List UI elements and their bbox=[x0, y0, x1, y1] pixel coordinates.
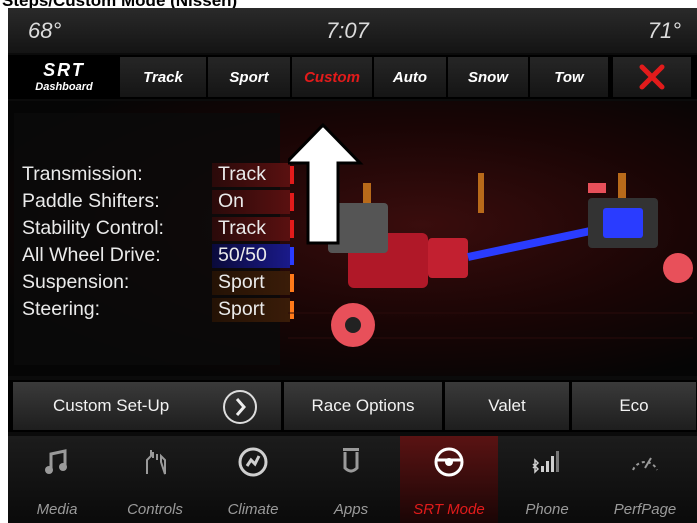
tab-custom[interactable]: Custom bbox=[292, 57, 373, 97]
clock: 7:07 bbox=[326, 18, 369, 43]
srt-logo: SRT bbox=[43, 60, 85, 80]
mode-tabs: SRT Dashboard Track Sport Custom Auto Sn… bbox=[8, 55, 697, 99]
nav-climate[interactable]: Climate bbox=[204, 436, 302, 523]
dashboard-label: Dashboard bbox=[35, 81, 93, 93]
nav-label: Media bbox=[36, 501, 78, 518]
nav-label: Controls bbox=[127, 501, 183, 518]
setting-value: 50/50 bbox=[212, 244, 294, 268]
setting-value: Sport bbox=[212, 298, 294, 322]
driver-temp[interactable]: 68° bbox=[28, 18, 61, 44]
eco-button[interactable]: Eco bbox=[572, 382, 696, 430]
nav-label: PerfPage bbox=[613, 501, 677, 518]
setting-value: Sport bbox=[212, 271, 294, 295]
nav-label: SRT Mode bbox=[413, 501, 485, 518]
bottom-nav: Media Controls Climate Apps SRT Mode Pho… bbox=[8, 436, 697, 523]
close-button[interactable] bbox=[613, 57, 691, 97]
setting-value: On bbox=[212, 190, 294, 214]
setting-label: All Wheel Drive: bbox=[22, 244, 161, 266]
steering-wheel-icon bbox=[434, 447, 464, 477]
setting-label: Suspension: bbox=[22, 271, 130, 293]
setting-row: Transmission: Track bbox=[22, 163, 294, 189]
setting-label: Stability Control: bbox=[22, 217, 164, 239]
passenger-temp[interactable]: 71° bbox=[648, 18, 681, 44]
setting-label: Steering: bbox=[22, 298, 101, 320]
music-note-icon bbox=[45, 449, 67, 474]
custom-setup-label: Custom Set-Up bbox=[53, 396, 170, 415]
tab-track[interactable]: Track bbox=[120, 57, 207, 97]
setting-label: Paddle Shifters: bbox=[22, 190, 160, 212]
tab-snow[interactable]: Snow bbox=[448, 57, 529, 97]
setting-row: Stability Control: Track bbox=[22, 217, 294, 243]
setting-value: Track bbox=[212, 217, 294, 241]
head-unit-screen: 68° 7:07 71° SRT Dashboard Track Sport C… bbox=[8, 8, 697, 523]
valet-button[interactable]: Valet bbox=[445, 382, 569, 430]
close-icon bbox=[639, 64, 665, 90]
nav-phone[interactable]: Phone bbox=[498, 436, 596, 523]
nav-label: Apps bbox=[333, 501, 369, 518]
gauge-icon bbox=[632, 457, 658, 471]
custom-setup-button[interactable]: Custom Set-Up bbox=[13, 382, 281, 430]
nav-label: Phone bbox=[525, 501, 569, 518]
setting-row: All Wheel Drive: 50/50 bbox=[22, 244, 294, 270]
srt-dashboard-tab[interactable]: SRT Dashboard bbox=[14, 57, 114, 97]
nav-perfpage[interactable]: PerfPage bbox=[596, 436, 694, 523]
nav-apps[interactable]: Apps bbox=[302, 436, 400, 523]
signal-bars-icon bbox=[532, 451, 559, 474]
chevron-right-icon[interactable] bbox=[223, 390, 257, 424]
apps-icon bbox=[343, 448, 359, 473]
nav-controls[interactable]: Controls bbox=[106, 436, 204, 523]
status-bar: 68° 7:07 71° bbox=[8, 8, 697, 53]
setting-row: Suspension: Sport bbox=[22, 271, 294, 297]
setting-value: Track bbox=[212, 163, 294, 187]
nav-srt-mode[interactable]: SRT Mode bbox=[400, 436, 498, 523]
drivetrain-illustration bbox=[288, 122, 693, 347]
race-options-button[interactable]: Race Options bbox=[284, 382, 442, 430]
setting-row: Steering: Sport bbox=[22, 298, 294, 324]
nav-media[interactable]: Media bbox=[8, 436, 106, 523]
tab-tow[interactable]: Tow bbox=[530, 57, 609, 97]
tab-auto[interactable]: Auto bbox=[374, 57, 447, 97]
setting-label: Transmission: bbox=[22, 163, 143, 185]
setting-row: Paddle Shifters: On bbox=[22, 190, 294, 216]
hand-controls-icon bbox=[146, 450, 166, 475]
nav-label: Climate bbox=[227, 501, 279, 518]
bottom-menu: Custom Set-Up Race Options Valet Eco bbox=[8, 380, 697, 432]
mode-detail-area: Transmission: Track Paddle Shifters: On … bbox=[8, 101, 697, 376]
tab-sport[interactable]: Sport bbox=[208, 57, 291, 97]
climate-icon bbox=[238, 447, 268, 477]
